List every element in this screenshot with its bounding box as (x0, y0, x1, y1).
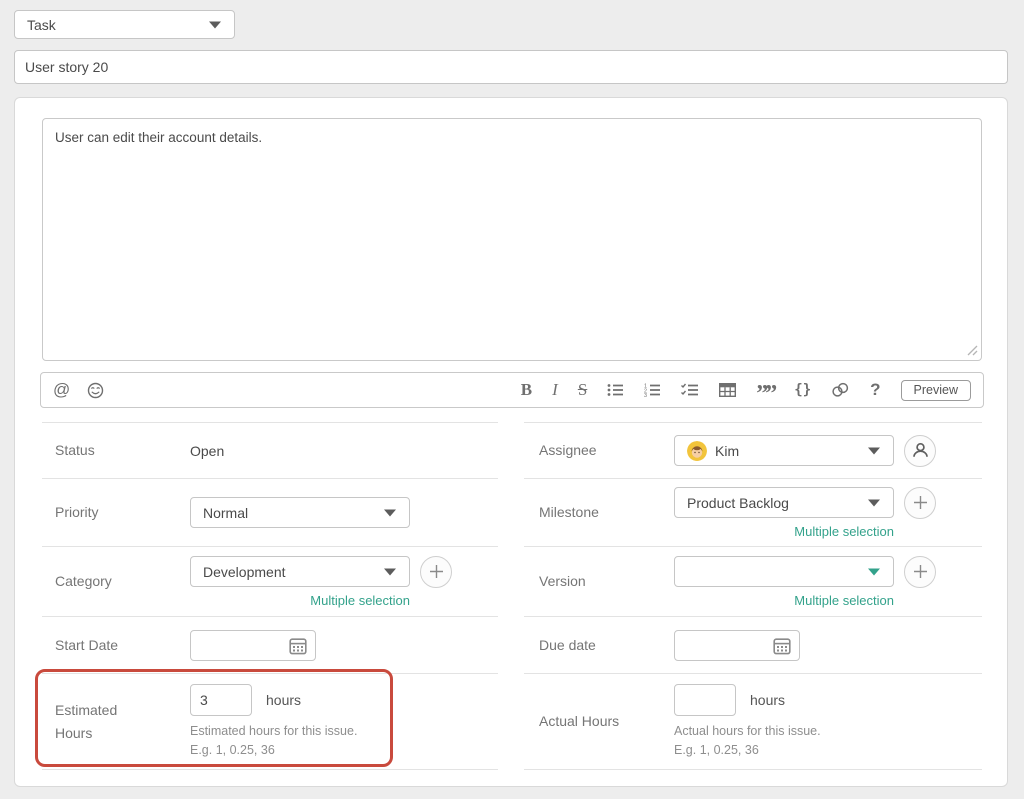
issue-type-value: Task (27, 17, 56, 33)
milestone-label: Milestone (524, 501, 674, 523)
chevron-down-icon (209, 21, 221, 28)
issue-title-input[interactable] (14, 50, 1008, 84)
italic-icon[interactable]: I (552, 380, 558, 400)
link-icon[interactable] (831, 382, 850, 398)
priority-label: Priority (42, 501, 190, 523)
preview-button[interactable]: Preview (901, 380, 971, 401)
due-date-input[interactable] (674, 630, 800, 661)
help-icon[interactable]: ? (870, 380, 880, 400)
actual-hours-label: Actual Hours (524, 710, 674, 732)
assign-to-me-button[interactable] (904, 435, 936, 467)
bullet-list-icon[interactable] (607, 383, 624, 397)
fields-column-left: Status Open Priority Normal Cat (42, 422, 498, 770)
estimated-hours-suffix: hours (266, 692, 301, 708)
actual-hours-input[interactable] (674, 684, 736, 716)
person-icon (911, 441, 930, 460)
new-issue-form: Task User can edit their account details… (0, 0, 1024, 799)
start-date-row: Start Date (42, 616, 498, 673)
category-multiple-selection-link[interactable]: Multiple selection (190, 593, 410, 608)
start-date-input[interactable] (190, 630, 316, 661)
chevron-down-icon (868, 499, 880, 506)
check-list-icon[interactable] (681, 383, 699, 397)
add-milestone-button[interactable] (904, 487, 936, 519)
milestone-value: Product Backlog (687, 495, 789, 511)
due-date-row: Due date (524, 616, 982, 673)
category-label: Category (42, 570, 190, 592)
emoji-icon[interactable] (87, 382, 104, 399)
estimated-hours-input[interactable] (190, 684, 252, 716)
actual-hours-help: Actual hours for this issue. E.g. 1, 0.2… (674, 722, 821, 758)
milestone-dropdown[interactable]: Product Backlog (674, 487, 894, 518)
priority-dropdown[interactable]: Normal (190, 497, 410, 528)
start-date-label: Start Date (42, 634, 190, 656)
table-icon[interactable] (719, 383, 736, 397)
chevron-down-icon (384, 568, 396, 575)
due-date-label: Due date (524, 634, 674, 656)
calendar-icon (289, 637, 307, 655)
chevron-down-icon (868, 447, 880, 454)
estimated-hours-row: Estimated Hours hours Estimated hours fo… (42, 673, 498, 770)
issue-fields: Status Open Priority Normal Cat (42, 422, 982, 770)
category-row: Category Development (42, 546, 498, 616)
mention-icon[interactable]: @ (53, 380, 70, 400)
priority-value: Normal (203, 505, 248, 521)
fields-column-right: Assignee (524, 422, 982, 770)
estimated-hours-label: Estimated Hours (42, 699, 190, 744)
description-area: User can edit their account details. (42, 118, 982, 361)
chevron-down-icon (868, 568, 880, 575)
issue-details-panel: User can edit their account details. @ B (14, 97, 1008, 787)
milestone-row: Milestone Product Backlog (524, 478, 982, 546)
version-row: Version (524, 546, 982, 616)
toolbar-right-group: B I S 1 2 3 (521, 380, 971, 401)
plus-icon (913, 495, 928, 510)
assignee-label: Assignee (524, 439, 674, 461)
add-version-button[interactable] (904, 556, 936, 588)
numbered-list-icon[interactable]: 1 2 3 (644, 383, 661, 397)
plus-icon (913, 564, 928, 579)
description-textarea[interactable]: User can edit their account details. (42, 118, 982, 361)
svg-text:3: 3 (644, 393, 647, 397)
version-label: Version (524, 570, 674, 592)
version-dropdown[interactable] (674, 556, 894, 587)
code-braces-icon[interactable]: {} (794, 382, 811, 398)
quote-icon[interactable]: ”” (756, 389, 774, 399)
status-row: Status Open (42, 422, 498, 478)
editor-toolbar: @ B I S (40, 372, 984, 408)
toolbar-left-group: @ (53, 380, 104, 400)
status-label: Status (42, 439, 190, 461)
category-value: Development (203, 564, 286, 580)
category-dropdown[interactable]: Development (190, 556, 410, 587)
estimated-hours-help: Estimated hours for this issue. E.g. 1, … (190, 722, 357, 758)
bold-icon[interactable]: B (521, 380, 532, 400)
assignee-row: Assignee (524, 422, 982, 478)
priority-row: Priority Normal (42, 478, 498, 546)
strikethrough-icon[interactable]: S (578, 380, 587, 400)
actual-hours-suffix: hours (750, 692, 785, 708)
assignee-avatar (687, 441, 707, 461)
status-value: Open (190, 443, 224, 459)
add-category-button[interactable] (420, 556, 452, 588)
plus-icon (429, 564, 444, 579)
calendar-icon (773, 637, 791, 655)
version-multiple-selection-link[interactable]: Multiple selection (674, 593, 894, 608)
assignee-dropdown[interactable]: Kim (674, 435, 894, 466)
issue-type-dropdown[interactable]: Task (14, 10, 235, 39)
milestone-multiple-selection-link[interactable]: Multiple selection (674, 524, 894, 539)
chevron-down-icon (384, 509, 396, 516)
assignee-value: Kim (715, 443, 739, 459)
actual-hours-row: Actual Hours hours Actual hours for this… (524, 673, 982, 770)
